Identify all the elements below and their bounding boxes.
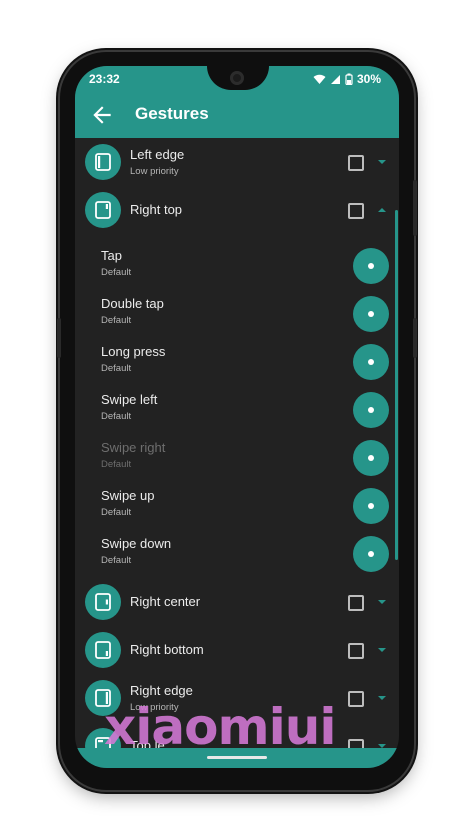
dot-icon bbox=[368, 503, 374, 509]
group-checkbox[interactable] bbox=[348, 203, 364, 219]
dot-icon bbox=[368, 311, 374, 317]
gesture-group-right-top[interactable]: Right top bbox=[75, 186, 399, 234]
signal-icon bbox=[330, 74, 340, 84]
status-icons: 30% bbox=[313, 72, 381, 86]
gesture-action-button[interactable] bbox=[353, 248, 389, 284]
gesture-item-swipe-right[interactable]: Swipe right Default bbox=[75, 434, 399, 482]
gesture-item-action: Default bbox=[101, 363, 132, 374]
side-key bbox=[57, 318, 61, 358]
wifi-icon bbox=[313, 74, 326, 84]
power-button bbox=[413, 180, 417, 236]
gesture-item-title: Tap bbox=[101, 248, 122, 263]
chevron-down-icon[interactable] bbox=[376, 646, 388, 654]
volume-button bbox=[413, 318, 417, 358]
gesture-action-button[interactable] bbox=[353, 344, 389, 380]
dot-icon bbox=[368, 455, 374, 461]
app-screen: 23:32 30% Gestures Left edge Low priorit… bbox=[75, 66, 399, 768]
phone-edge-icon bbox=[85, 584, 121, 620]
chevron-down-icon[interactable] bbox=[376, 598, 388, 606]
chevron-down-icon[interactable] bbox=[376, 158, 388, 166]
group-title: Right top bbox=[130, 202, 183, 217]
watermark-logo: xiaomiui bbox=[104, 698, 336, 756]
gesture-item-title: Swipe left bbox=[101, 392, 158, 407]
gesture-item-swipe-left[interactable]: Swipe left Default bbox=[75, 386, 399, 434]
group-title: Right edge bbox=[130, 683, 193, 698]
dot-icon bbox=[368, 263, 374, 269]
group-checkbox[interactable] bbox=[348, 595, 364, 611]
gesture-action-button[interactable] bbox=[353, 296, 389, 332]
phone-edge-icon bbox=[85, 192, 121, 228]
gesture-item-title: Swipe up bbox=[101, 488, 155, 503]
gesture-item-action: Default bbox=[101, 507, 132, 518]
status-time: 23:32 bbox=[89, 72, 120, 86]
gesture-item-action: Default bbox=[101, 267, 132, 278]
gesture-item-swipe-down[interactable]: Swipe down Default bbox=[75, 530, 399, 578]
phone-edge-icon bbox=[85, 632, 121, 668]
gesture-list: Left edge Low priority Right top Tap Def… bbox=[75, 138, 399, 768]
gesture-group-left-edge[interactable]: Left edge Low priority bbox=[75, 138, 399, 186]
phone-edge-icon bbox=[85, 144, 121, 180]
chevron-up-icon[interactable] bbox=[376, 206, 388, 214]
battery-icon bbox=[345, 73, 353, 85]
gesture-item-title: Double tap bbox=[101, 296, 164, 311]
group-title: Right bottom bbox=[130, 642, 204, 657]
gesture-item-action: Default bbox=[101, 459, 132, 470]
group-checkbox[interactable] bbox=[348, 643, 364, 659]
group-checkbox[interactable] bbox=[348, 155, 364, 171]
battery-percent: 30% bbox=[356, 72, 381, 86]
group-title: Left edge bbox=[130, 147, 185, 162]
group-title: Right center bbox=[130, 594, 201, 609]
gesture-item-swipe-up[interactable]: Swipe up Default bbox=[75, 482, 399, 530]
gesture-action-button[interactable] bbox=[353, 536, 389, 572]
gesture-action-button[interactable] bbox=[353, 392, 389, 428]
gesture-item-action: Default bbox=[101, 555, 132, 566]
chevron-down-icon[interactable] bbox=[376, 694, 388, 702]
gesture-item-action: Default bbox=[101, 315, 132, 326]
gesture-group-right-bottom[interactable]: Right bottom bbox=[75, 626, 399, 674]
dot-icon bbox=[368, 551, 374, 557]
gesture-item-tap[interactable]: Tap Default bbox=[75, 242, 399, 290]
gesture-item-double-tap[interactable]: Double tap Default bbox=[75, 290, 399, 338]
back-arrow-icon[interactable] bbox=[89, 102, 115, 128]
front-camera bbox=[230, 71, 244, 85]
group-subtitle: Low priority bbox=[130, 166, 179, 177]
app-bar: Gestures bbox=[75, 92, 399, 138]
gesture-action-button[interactable] bbox=[353, 488, 389, 524]
gesture-item-title: Swipe right bbox=[101, 440, 166, 455]
dot-icon bbox=[368, 359, 374, 365]
gesture-item-long-press[interactable]: Long press Default bbox=[75, 338, 399, 386]
gesture-action-button[interactable] bbox=[353, 440, 389, 476]
dot-icon bbox=[368, 407, 374, 413]
gesture-group-right-center[interactable]: Right center bbox=[75, 578, 399, 626]
gesture-item-action: Default bbox=[101, 411, 132, 422]
gesture-item-title: Swipe down bbox=[101, 536, 172, 551]
gesture-item-title: Long press bbox=[101, 344, 166, 359]
page-title: Gestures bbox=[135, 104, 209, 123]
scrollbar[interactable] bbox=[395, 210, 398, 560]
